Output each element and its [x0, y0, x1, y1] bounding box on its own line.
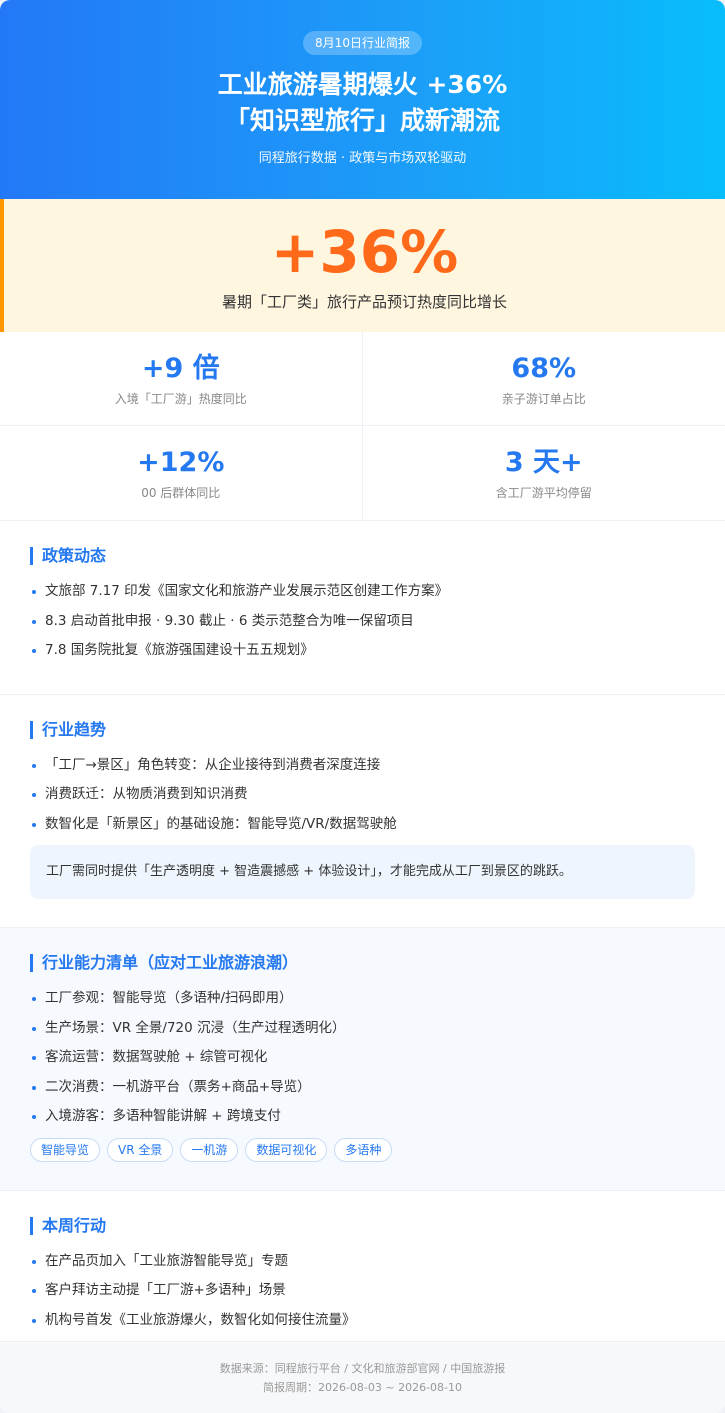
key-metric-value: +36%	[270, 218, 459, 286]
footer-source: 数据来源：同程旅行平台 / 文化和旅游部官网 / 中国旅游报	[219, 1362, 506, 1375]
capabilities-list: 工厂参观：智能导览（多语种/扫码即用） 生产场景：VR 全景/720 沉浸（生产…	[30, 984, 695, 1132]
section-title: 政策动态	[30, 547, 695, 565]
key-metric-banner: +36% 暑期「工厂类」旅行产品预订热度同比增长	[0, 199, 725, 332]
stat-label: 00 后群体同比	[141, 486, 221, 500]
stats-grid: +9 倍 入境「工厂游」热度同比 68% 亲子游订单占比 +12% 00 后群体…	[0, 332, 725, 521]
list-item: 客流运营：数据驾驶舱 + 综管可视化	[30, 1043, 695, 1073]
tag-chip[interactable]: 多语种	[334, 1137, 393, 1162]
policy-list: 文旅部 7.17 印发《国家文化和旅游产业发展示范区创建工作方案》 8.3 启动…	[30, 577, 695, 666]
list-item: 生产场景：VR 全景/720 沉浸（生产过程透明化）	[30, 1014, 695, 1044]
stat-cell: +9 倍 入境「工厂游」热度同比	[0, 332, 363, 426]
stat-label: 含工厂游平均停留	[495, 486, 592, 500]
tag-chip[interactable]: VR 全景	[107, 1137, 174, 1162]
section-title: 行业趋势	[30, 720, 695, 739]
footer-period: 简报周期：2026-08-03 ~ 2026-08-10	[262, 1381, 463, 1394]
actions-section: 本周行动 在产品页加入「工业旅游智能导览」专题 客户拜访主动提「工厂游+多语种」…	[0, 1191, 725, 1364]
tag-chip[interactable]: 一机游	[180, 1137, 239, 1162]
stat-value: +9 倍	[141, 353, 220, 384]
trends-section: 行业趋势 「工厂→景区」角色转变：从企业接待到消费者深度连接 消费跃迁：从物质消…	[0, 695, 725, 928]
list-item: 在产品页加入「工业旅游智能导览」专题	[30, 1247, 695, 1277]
stat-value: 3 天+	[504, 447, 583, 478]
page-subtitle: 同程旅行数据 · 政策与市场双轮驱动	[258, 151, 467, 166]
tag-chip[interactable]: 智能导览	[30, 1137, 101, 1162]
list-item: 入境游客：多语种智能讲解 + 跨境支付	[30, 1102, 695, 1132]
title-line-1: 工业旅游暑期爆火 +36%	[217, 70, 508, 99]
stat-cell: 3 天+ 含工厂游平均停留	[363, 426, 725, 520]
key-metric-desc: 暑期「工厂类」旅行产品预订热度同比增长	[221, 293, 507, 311]
list-item: 8.3 启动首批申报 · 9.30 截止 · 6 类示范整合为唯一保留项目	[30, 607, 695, 637]
stat-label: 亲子游订单占比	[501, 392, 586, 406]
capabilities-section: 行业能力清单（应对工业旅游浪潮） 工厂参观：智能导览（多语种/扫码即用） 生产场…	[0, 928, 725, 1191]
tag-chip[interactable]: 数据可视化	[245, 1137, 328, 1162]
page-title: 工业旅游暑期爆火 +36% 「知识型旅行」成新潮流	[0, 67, 725, 139]
stat-label: 入境「工厂游」热度同比	[114, 392, 247, 406]
list-item: 数智化是「新景区」的基础设施：智能导览/VR/数据驾驶舱	[30, 810, 695, 840]
section-title: 本周行动	[30, 1216, 695, 1235]
trends-list: 「工厂→景区」角色转变：从企业接待到消费者深度连接 消费跃迁：从物质消费到知识消…	[30, 751, 695, 840]
list-item: 机构号首发《工业旅游爆火，数智化如何接住流量》	[30, 1306, 695, 1336]
stat-cell: +12% 00 后群体同比	[0, 426, 363, 520]
list-item: 工厂参观：智能导览（多语种/扫码即用）	[30, 984, 695, 1014]
title-line-2: 「知识型旅行」成新潮流	[224, 106, 500, 135]
list-item: 「工厂→景区」角色转变：从企业接待到消费者深度连接	[30, 751, 695, 781]
list-item: 文旅部 7.17 印发《国家文化和旅游产业发展示范区创建工作方案》	[30, 577, 695, 607]
footer: 数据来源：同程旅行平台 / 文化和旅游部官网 / 中国旅游报 简报周期：2026…	[0, 1341, 725, 1413]
stat-value: +12%	[137, 447, 225, 478]
briefing-card: 8月10日行业简报 工业旅游暑期爆火 +36% 「知识型旅行」成新潮流 同程旅行…	[0, 0, 725, 1413]
trends-note: 工厂需同时提供「生产透明度 + 智造震撼感 + 体验设计」，才能完成从工厂到景区…	[30, 845, 695, 899]
section-title: 行业能力清单（应对工业旅游浪潮）	[30, 954, 695, 972]
list-item: 客户拜访主动提「工厂游+多语种」场景	[30, 1276, 695, 1306]
date-badge: 8月10日行业简报	[303, 31, 422, 55]
header-banner: 8月10日行业简报 工业旅游暑期爆火 +36% 「知识型旅行」成新潮流 同程旅行…	[0, 0, 725, 199]
stat-value: 68%	[511, 353, 577, 384]
list-item: 消费跃迁：从物质消费到知识消费	[30, 780, 695, 810]
capability-tags: 智能导览 VR 全景 一机游 数据可视化 多语种	[30, 1137, 695, 1162]
list-item: 7.8 国务院批复《旅游强国建设十五五规划》	[30, 636, 695, 666]
policy-section: 政策动态 文旅部 7.17 印发《国家文化和旅游产业发展示范区创建工作方案》 8…	[0, 521, 725, 695]
stat-cell: 68% 亲子游订单占比	[362, 332, 725, 426]
list-item: 二次消费：一机游平台（票务+商品+导览）	[30, 1073, 695, 1103]
actions-list: 在产品页加入「工业旅游智能导览」专题 客户拜访主动提「工厂游+多语种」场景 机构…	[30, 1247, 695, 1336]
